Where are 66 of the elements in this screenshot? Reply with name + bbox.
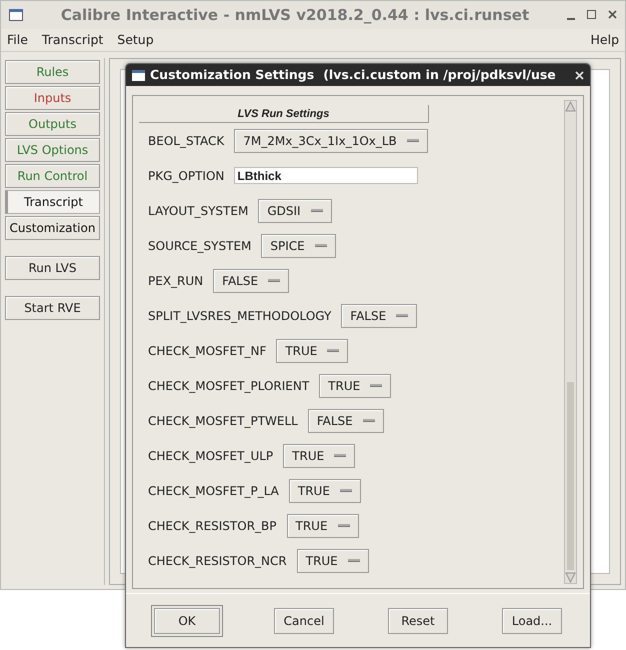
option-dropdown[interactable]: TRUE (319, 374, 392, 398)
dropdown-indicator-icon (314, 244, 327, 247)
setting-label: CHECK_MOSFET_P_LA (148, 482, 279, 500)
sidebar-button[interactable]: Transcript (5, 190, 100, 214)
setting-label: BEOL_STACK (148, 132, 224, 150)
dialog-subtitle: (lvs.ci.custom in /proj/pdksvl/use (323, 66, 556, 84)
dropdown-indicator-icon (348, 559, 360, 562)
app-icon (9, 9, 23, 21)
sidebar-button[interactable]: Outputs (5, 112, 100, 136)
option-dropdown[interactable]: TRUE (276, 338, 348, 362)
option-dropdown[interactable]: GDSII (258, 198, 332, 222)
dropdown-indicator-icon (338, 524, 350, 527)
maximize-icon[interactable] (587, 10, 596, 19)
setting-label: CHECK_RESISTOR_NCR (148, 552, 287, 570)
dropdown-indicator-icon (334, 454, 346, 457)
option-dropdown[interactable]: SPICE (261, 234, 336, 258)
option-dropdown[interactable]: FALSE (341, 304, 418, 328)
dropdown-indicator-icon (362, 419, 375, 422)
dialog-icon (132, 70, 145, 80)
dialog-title: Customization Settings (150, 66, 314, 84)
option-dropdown[interactable]: TRUE (286, 514, 359, 538)
setting-label: CHECK_MOSFET_PTWELL (148, 412, 298, 430)
scrollbar-thumb[interactable] (567, 382, 574, 570)
dropdown-indicator-icon (327, 349, 340, 352)
setting-label: SOURCE_SYSTEM (148, 238, 252, 254)
dropdown-indicator-icon (268, 279, 280, 282)
setting-label: CHECK_RESISTOR_BP (148, 518, 277, 534)
dialog-button[interactable]: Reset (388, 608, 448, 634)
sidebar-button[interactable]: Run Control (5, 164, 100, 188)
setting-label: LAYOUT_SYSTEM (148, 202, 248, 220)
scrollbar[interactable] (564, 100, 577, 584)
sidebar-button[interactable]: LVS Options (5, 138, 100, 162)
dropdown-indicator-icon (340, 489, 352, 492)
setting-label: CHECK_MOSFET_NF (148, 342, 266, 360)
dropdown-indicator-icon (396, 314, 408, 317)
option-dropdown[interactable]: TRUE (296, 548, 369, 572)
section-header: LVS Run Settings (139, 105, 429, 123)
scroll-down-icon[interactable] (565, 572, 576, 583)
setting-label: SPLIT_LVSRES_METHODOLOGY (148, 308, 332, 324)
text-field[interactable]: LBthick (234, 167, 418, 184)
menu-item[interactable]: File (7, 30, 28, 50)
option-dropdown[interactable]: 7M_2Mx_3Cx_1Ix_1Ox_LB (234, 128, 428, 152)
action-button[interactable]: Start RVE (5, 296, 100, 320)
dropdown-indicator-icon (370, 384, 382, 387)
option-dropdown[interactable]: TRUE (288, 478, 361, 502)
setting-label: CHECK_MOSFET_PLORIENT (148, 378, 310, 394)
sidebar-button[interactable]: Inputs (5, 86, 100, 110)
option-dropdown[interactable]: FALSE (308, 408, 384, 432)
scroll-up-icon[interactable] (565, 101, 576, 112)
setting-label: CHECK_MOSFET_ULP (148, 448, 274, 464)
menu-item[interactable]: Help (590, 30, 619, 50)
menu-item[interactable]: Transcript (42, 30, 104, 50)
setting-label: PEX_RUN (148, 272, 204, 290)
sidebar-button[interactable]: Customization (5, 216, 100, 240)
setting-label: PKG_OPTION (148, 168, 224, 184)
window-title: Calibre Interactive - nmLVS v2018.2_0.44 : lvs.ci.runset (60, 4, 530, 26)
close-icon[interactable] (608, 10, 617, 19)
dialog-button[interactable]: Load... (502, 608, 562, 634)
dropdown-indicator-icon (310, 209, 323, 212)
menu-item[interactable]: Setup (117, 30, 154, 50)
option-dropdown[interactable]: FALSE (213, 268, 290, 292)
sidebar-button[interactable]: Rules (5, 60, 100, 84)
action-button[interactable]: Run LVS (5, 256, 100, 280)
dropdown-indicator-icon (406, 139, 419, 142)
dialog-button[interactable]: Cancel (274, 608, 334, 634)
option-dropdown[interactable]: TRUE (283, 444, 356, 468)
